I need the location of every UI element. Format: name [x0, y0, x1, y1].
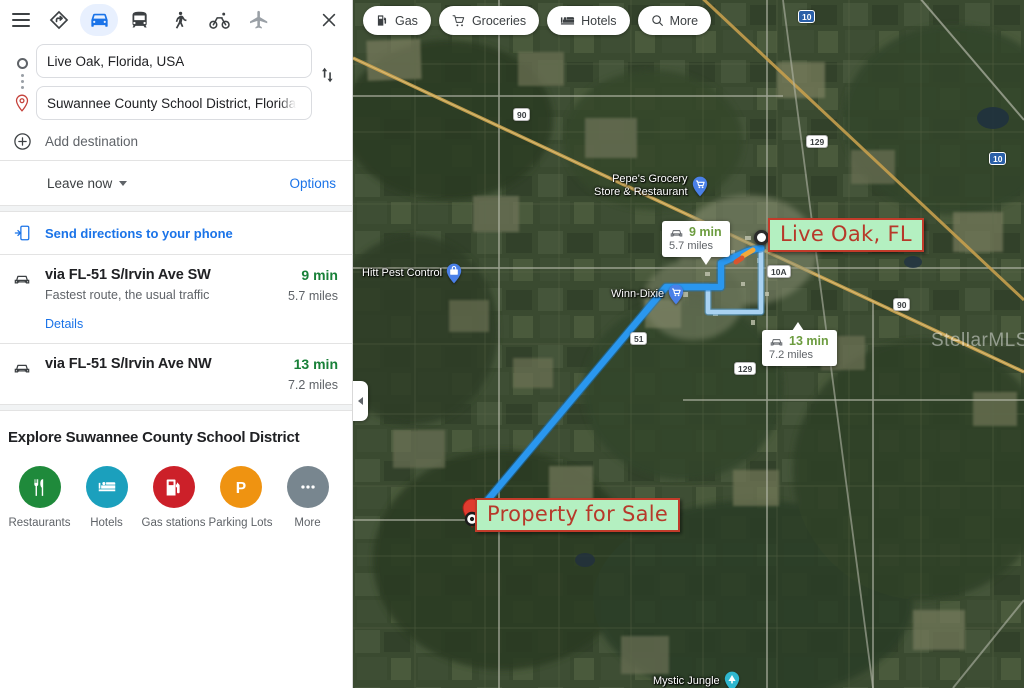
category-more[interactable]: More: [274, 466, 341, 529]
search-icon: [651, 15, 663, 26]
swap-vertical-icon[interactable]: [312, 44, 342, 86]
route-duration-0: 9 min: [301, 267, 338, 283]
chip-label-more: More: [669, 13, 699, 28]
route-info-0: via FL-51 S/Irvin Ave SW Fastest route, …: [36, 267, 280, 331]
hotel-icon: [85, 466, 128, 508]
destination-input-value: Suwannee County School District, Florida: [47, 95, 297, 111]
explore-categories: Restaurants Hotels Gas stations P Parkin…: [0, 446, 352, 529]
route-metrics-1: 13 min 7.2 miles: [280, 356, 338, 392]
send-to-phone-label: Send directions to your phone: [45, 225, 233, 241]
category-label-parking-lots: Parking Lots: [208, 517, 273, 529]
options-button[interactable]: Options: [289, 176, 336, 191]
mode-driving[interactable]: [80, 4, 118, 36]
chip-hotels[interactable]: Hotels: [547, 6, 630, 35]
chip-groceries[interactable]: Groceries: [438, 6, 540, 35]
collapse-panel-button[interactable]: [353, 381, 368, 421]
mode-transit[interactable]: [120, 4, 158, 36]
origin-dot-icon: [16, 58, 28, 69]
route-details-link-0[interactable]: Details: [45, 317, 280, 331]
category-label-hotels: Hotels: [90, 517, 123, 529]
leave-now-dropdown[interactable]: Leave now: [47, 175, 128, 191]
route-info-1: via FL-51 S/Irvin Ave NW: [36, 356, 280, 392]
category-hotels[interactable]: Hotels: [73, 466, 140, 529]
mode-cycling[interactable]: [200, 4, 238, 36]
origin-input-value: Live Oak, Florida, USA: [47, 53, 185, 69]
add-destination-label: Add destination: [45, 133, 139, 149]
category-parking-lots[interactable]: P Parking Lots: [207, 466, 274, 529]
route-distance-0: 5.7 miles: [287, 289, 338, 303]
leave-time-row: Leave now Options: [0, 161, 352, 205]
chip-label-hotels: Hotels: [581, 13, 617, 28]
origin-input[interactable]: Live Oak, Florida, USA: [36, 44, 312, 78]
more-dots-icon: [286, 466, 329, 508]
destination-input[interactable]: Suwannee County School District, Florida: [36, 86, 312, 120]
shopping-cart-icon: [452, 14, 465, 26]
gas-pump-icon: [377, 15, 387, 26]
hamburger-menu-icon[interactable]: [6, 5, 36, 35]
annotation-live-oak: Live Oak, FL: [768, 218, 924, 252]
add-destination-button[interactable]: Add destination: [0, 122, 352, 160]
divider-thick: [0, 404, 352, 411]
phone-send-icon: [8, 224, 36, 242]
category-label-gas-stations: Gas stations: [141, 517, 206, 529]
category-label-more: More: [294, 517, 321, 529]
waypoint-rail: [8, 44, 36, 112]
parking-icon: P: [219, 466, 262, 508]
travel-modes: [40, 4, 314, 36]
bed-icon: [561, 17, 575, 25]
route-title-1: via FL-51 S/Irvin Ave NW: [45, 356, 212, 372]
route-option-1[interactable]: via FL-51 S/Irvin Ave NW 13 min 7.2 mile…: [0, 344, 352, 404]
svg-text:P: P: [235, 480, 245, 497]
car-icon: [8, 267, 36, 331]
car-icon: [8, 356, 36, 392]
explore-title: Explore Suwannee County School District: [8, 429, 300, 446]
map-canvas[interactable]: Gas Groceries Hotels More Pepe's Grocery…: [353, 0, 1024, 688]
mode-flights[interactable]: [240, 4, 278, 36]
waypoint-dots-icon: [20, 74, 24, 89]
chevron-left-icon: [358, 397, 363, 405]
chip-more[interactable]: More: [637, 6, 712, 35]
category-restaurants[interactable]: Restaurants: [6, 466, 73, 529]
plus-circle-icon: [8, 132, 36, 151]
maps-app: Live Oak, Florida, USA Suwannee County S…: [0, 0, 1024, 688]
directions-panel: Live Oak, Florida, USA Suwannee County S…: [0, 0, 353, 688]
route-title-0: via FL-51 S/Irvin Ave SW: [45, 267, 211, 283]
route-metrics-0: 9 min 5.7 miles: [280, 267, 338, 331]
travel-mode-bar: [0, 0, 352, 40]
origin-marker[interactable]: [754, 230, 769, 245]
restaurant-icon: [18, 466, 61, 508]
route-option-0[interactable]: via FL-51 S/Irvin Ave SW Fastest route, …: [0, 255, 352, 343]
annotation-property-for-sale: Property for Sale: [475, 498, 681, 532]
chevron-down-icon: [119, 180, 128, 186]
waypoint-inputs: Live Oak, Florida, USA Suwannee County S…: [0, 40, 352, 122]
close-directions-icon[interactable]: [314, 5, 344, 35]
map-filter-chips: Gas Groceries Hotels More: [363, 6, 712, 35]
mode-walking[interactable]: [160, 4, 198, 36]
category-gas-stations[interactable]: Gas stations: [140, 466, 207, 529]
mode-best-route[interactable]: [40, 4, 78, 36]
waypoint-fields: Live Oak, Florida, USA Suwannee County S…: [36, 44, 312, 120]
chip-label-gas: Gas: [395, 13, 418, 28]
chip-label-groceries: Groceries: [471, 13, 527, 28]
gas-icon: [152, 466, 195, 508]
route-distance-1: 7.2 miles: [287, 378, 338, 392]
satellite-imagery: [353, 0, 1024, 688]
explore-section: Explore Suwannee County School District …: [0, 411, 352, 529]
divider-thick: [0, 205, 352, 212]
send-to-phone-button[interactable]: Send directions to your phone: [0, 212, 352, 254]
route-subtitle-0: Fastest route, the usual traffic: [45, 288, 210, 302]
route-duration-1: 13 min: [293, 356, 338, 372]
leave-now-label: Leave now: [47, 175, 113, 191]
category-label-restaurants: Restaurants: [8, 517, 71, 529]
chip-gas[interactable]: Gas: [363, 6, 431, 35]
destination-pin-icon: [15, 94, 29, 112]
